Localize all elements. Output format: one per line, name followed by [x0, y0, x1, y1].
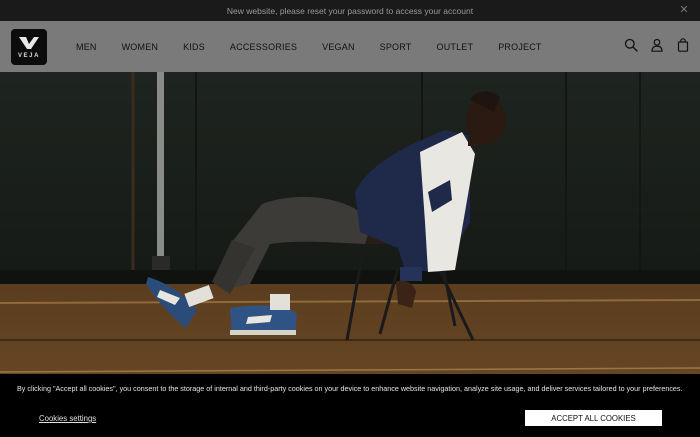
- bag-icon[interactable]: [676, 38, 690, 52]
- accept-all-cookies-button[interactable]: ACCEPT ALL COOKIES: [525, 410, 662, 426]
- nav-item-project[interactable]: PROJECT: [498, 42, 541, 52]
- cookies-settings-link[interactable]: Cookies settings: [39, 414, 96, 423]
- account-icon[interactable]: [650, 38, 664, 52]
- announcement-text: New website, please reset your password …: [226, 5, 474, 16]
- veja-v-icon: [19, 36, 39, 49]
- nav-item-kids[interactable]: KIDS: [183, 42, 205, 52]
- header-icons: [624, 38, 690, 52]
- announcement-bar: New website, please reset your password …: [0, 0, 700, 21]
- nav-item-sport[interactable]: SPORT: [380, 42, 412, 52]
- nav-item-women[interactable]: WOMEN: [122, 42, 159, 52]
- close-icon[interactable]: ✕: [678, 4, 690, 16]
- nav-item-outlet[interactable]: OUTLET: [437, 42, 474, 52]
- main-nav: MEN WOMEN KIDS ACCESSORIES VEGAN SPORT O…: [76, 21, 567, 72]
- logo-text: VEJA: [17, 52, 41, 59]
- nav-item-vegan[interactable]: VEGAN: [322, 42, 355, 52]
- cookie-banner: By clicking "Accept all cookies", you co…: [0, 374, 700, 437]
- site-header: VEJA MEN WOMEN KIDS ACCESSORIES VEGAN SP…: [0, 21, 700, 72]
- cookie-consent-text: By clicking "Accept all cookies", you co…: [17, 384, 683, 393]
- search-icon[interactable]: [624, 38, 638, 52]
- veja-logo[interactable]: VEJA: [11, 29, 47, 65]
- nav-item-men[interactable]: MEN: [76, 42, 97, 52]
- nav-item-accessories[interactable]: ACCESSORIES: [230, 42, 297, 52]
